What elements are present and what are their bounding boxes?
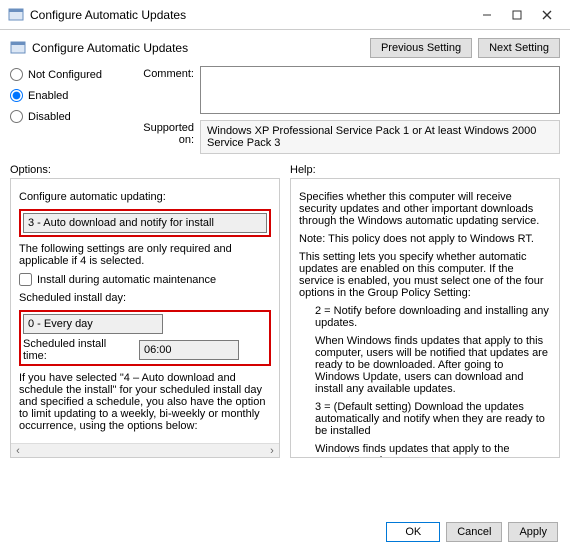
- options-pane: Configure automatic updating: 3 - Auto d…: [10, 178, 280, 458]
- header-title: Configure Automatic Updates: [32, 41, 370, 55]
- window-title: Configure Automatic Updates: [30, 8, 472, 22]
- help-text: When Windows finds updates that apply to…: [299, 335, 551, 395]
- help-text: Note: This policy does not apply to Wind…: [299, 233, 551, 245]
- radio-enabled[interactable]: Enabled: [10, 89, 125, 102]
- help-text: Windows finds updates that apply to the …: [299, 443, 551, 458]
- radio-disabled[interactable]: Disabled: [10, 110, 125, 123]
- install-day-select[interactable]: 0 - Every day: [23, 314, 163, 334]
- titlebar: Configure Automatic Updates: [0, 0, 570, 30]
- supported-text: Windows XP Professional Service Pack 1 o…: [200, 120, 560, 154]
- horizontal-scrollbar[interactable]: ‹ ›: [11, 443, 279, 457]
- maintenance-checkbox[interactable]: Install during automatic maintenance: [19, 273, 271, 286]
- install-time-label: Scheduled install time:: [23, 338, 133, 362]
- install-time-select[interactable]: 06:00: [139, 340, 239, 360]
- minimize-button[interactable]: [472, 4, 502, 26]
- apply-button[interactable]: Apply: [508, 522, 558, 542]
- policy-icon: [8, 7, 24, 23]
- help-text: 2 = Notify before downloading and instal…: [299, 305, 551, 329]
- help-text: This setting lets you specify whether au…: [299, 251, 551, 299]
- options-tail: If you have selected "4 – Auto download …: [19, 372, 271, 432]
- footer: OK Cancel Apply: [386, 522, 558, 542]
- policy-icon: [10, 40, 26, 56]
- help-heading: Help:: [290, 158, 560, 178]
- highlight-box: 0 - Every day Scheduled install time: 06…: [19, 310, 271, 366]
- help-text: 3 = (Default setting) Download the updat…: [299, 401, 551, 437]
- install-day-label: Scheduled install day:: [19, 292, 271, 304]
- configure-updating-select[interactable]: 3 - Auto download and notify for install: [23, 213, 267, 233]
- help-text: Specifies whether this computer will rec…: [299, 191, 551, 227]
- configure-updating-label: Configure automatic updating:: [19, 191, 271, 203]
- options-heading: Options:: [10, 158, 280, 178]
- scroll-right-icon[interactable]: ›: [265, 444, 279, 457]
- highlight-box: 3 - Auto download and notify for install: [19, 209, 271, 237]
- maximize-button[interactable]: [502, 4, 532, 26]
- radio-not-configured[interactable]: Not Configured: [10, 68, 125, 81]
- comment-input[interactable]: [200, 66, 560, 114]
- previous-setting-button[interactable]: Previous Setting: [370, 38, 472, 58]
- scroll-left-icon[interactable]: ‹: [11, 444, 25, 457]
- supported-label: Supported on:: [125, 120, 200, 154]
- header: Configure Automatic Updates Previous Set…: [0, 30, 570, 62]
- close-button[interactable]: [532, 4, 562, 26]
- next-setting-button[interactable]: Next Setting: [478, 38, 560, 58]
- cancel-button[interactable]: Cancel: [446, 522, 502, 542]
- help-pane: Specifies whether this computer will rec…: [290, 178, 560, 458]
- comment-label: Comment:: [125, 66, 200, 114]
- options-note: The following settings are only required…: [19, 243, 271, 267]
- ok-button[interactable]: OK: [386, 522, 440, 542]
